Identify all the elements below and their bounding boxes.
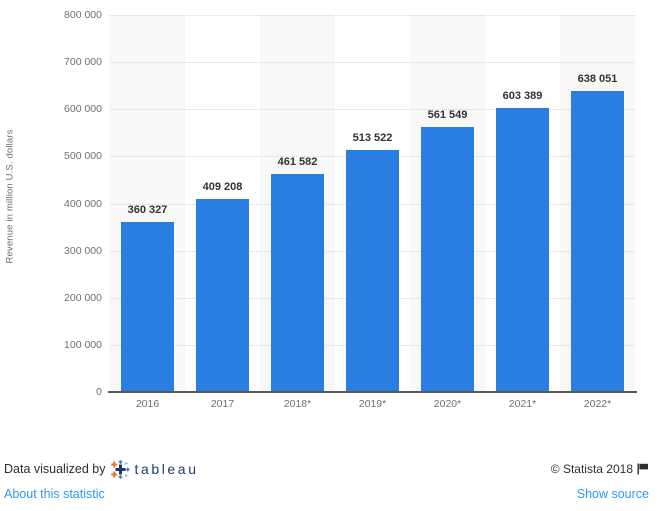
bar-value-label: 603 389 [502, 89, 543, 102]
y-axis-tick-label: 700 000 [64, 56, 102, 69]
gridline [110, 62, 635, 64]
y-axis-title-label: Revenue in million U.S. dollars [4, 128, 16, 264]
bar[interactable] [271, 174, 324, 392]
gridline [110, 109, 635, 111]
bar-value-label: 461 582 [277, 156, 318, 169]
y-axis-tick-labels: 0 100 000 200 000 300 000 400 000 500 000 600 … [24, 0, 102, 420]
footer-credits-row: Data visualized by tableau © Statista 20… [0, 455, 657, 485]
footer-links-row: About this statistic Show source [0, 485, 657, 511]
statista-copyright-label: © Statista 2018 [550, 462, 633, 476]
plot-area: 360 327 409 208 461 582 513 522 561 549 603 3… [110, 15, 635, 392]
y-axis-tick-label: 400 000 [64, 197, 102, 210]
gridline [110, 15, 635, 16]
chart-footer: Data visualized by tableau © Statista 20… [0, 455, 657, 511]
y-axis-title: Revenue in million U.S. dollars [0, 0, 20, 392]
tableau-logo: tableau [110, 459, 199, 479]
bar-value-label: 360 327 [127, 204, 168, 217]
x-axis-tick-labels: 2016 2017 2018* 2019* 2020* 2021* 2022* [110, 398, 635, 418]
y-axis-tick-label: 500 000 [64, 150, 102, 163]
bar[interactable] [346, 150, 399, 392]
x-axis-tick-label: 2021* [508, 398, 537, 410]
bar[interactable] [496, 107, 549, 392]
bar[interactable] [571, 91, 624, 392]
x-axis-tick-label: 2019* [358, 398, 387, 410]
x-axis-tick-label: 2022* [583, 398, 612, 410]
show-source-link[interactable]: Show source [577, 487, 649, 501]
y-axis-tick-label: 800 000 [64, 9, 102, 21]
tableau-wordmark-label: tableau [134, 461, 199, 477]
flag-icon [637, 463, 648, 475]
x-axis-tick-label: 2018* [283, 398, 312, 410]
bar-value-label: 513 522 [352, 132, 393, 144]
x-axis-tick-label: 2017 [210, 398, 235, 410]
tableau-credit-label: Data visualized by [4, 462, 106, 476]
bar[interactable] [421, 127, 474, 392]
x-axis-tick-label: 2020* [433, 398, 462, 410]
bar-chart: Revenue in million U.S. dollars 0 100 000… [0, 0, 657, 420]
y-axis-tick-label: 200 000 [64, 291, 102, 304]
bar[interactable] [196, 199, 249, 392]
y-axis-tick-label: 0 [96, 386, 102, 398]
y-axis-tick-label: 100 000 [64, 338, 102, 351]
bar-value-label: 561 549 [427, 109, 468, 122]
statista-copyright: © Statista 2018 [551, 459, 649, 479]
tableau-credit: Data visualized by tableau [4, 459, 199, 479]
about-this-statistic-link[interactable]: About this statistic [4, 487, 105, 501]
tableau-plus-cluster-icon [111, 459, 131, 479]
x-axis-tick-label: 2016 [135, 398, 160, 410]
bar[interactable] [121, 222, 174, 392]
y-axis-tick-label: 600 000 [64, 103, 102, 116]
x-axis-line [108, 391, 637, 393]
bar-value-label: 409 208 [202, 181, 243, 194]
bar-value-label: 638 051 [577, 73, 618, 86]
y-axis-tick-label: 300 000 [64, 244, 102, 257]
